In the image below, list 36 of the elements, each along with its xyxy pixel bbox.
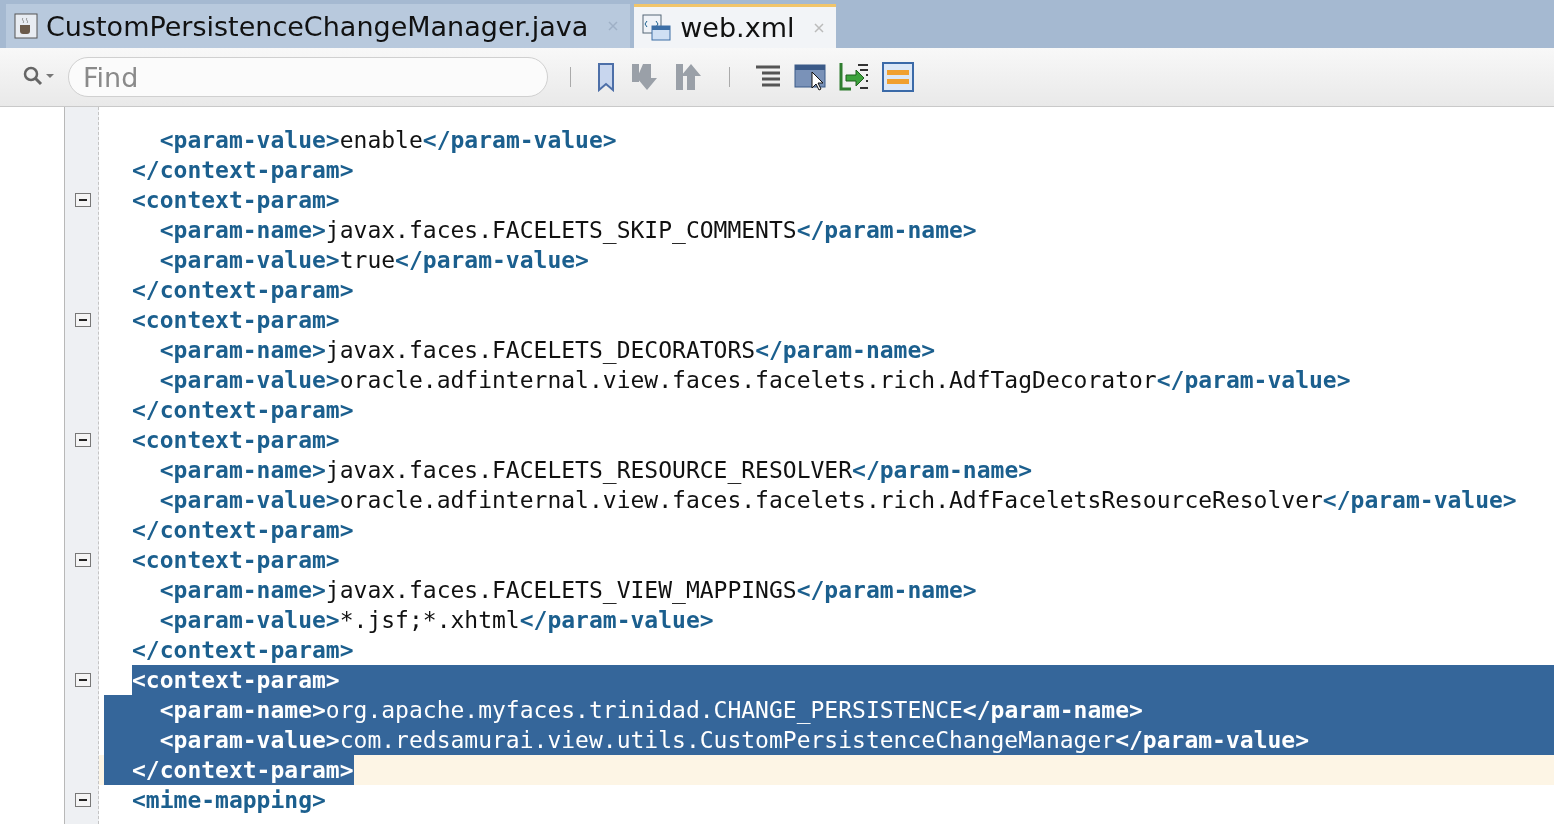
cursor-window-icon[interactable] bbox=[794, 62, 828, 92]
code-line: <context-param> bbox=[132, 427, 340, 453]
collapse-icon[interactable] bbox=[75, 193, 91, 207]
code-line: </context-param> bbox=[132, 757, 354, 783]
code-line: <context-param> bbox=[132, 307, 340, 333]
editor-tab[interactable]: CustomPersistenceChangeManager.java bbox=[6, 4, 631, 48]
code-line: <context-param> bbox=[132, 667, 340, 693]
collapse-icon[interactable] bbox=[75, 793, 91, 807]
code-line: <param-value>com.redsamurai.view.utils.CustomPersistenceChangeManager</param-value> bbox=[159, 727, 1310, 753]
code-line: </context-param> bbox=[132, 517, 354, 543]
code-line: <context-param> bbox=[132, 547, 340, 573]
code-line: <param-name>org.apache.myfaces.trinidad.CHANGE_PERSISTENCE</param-name> bbox=[159, 697, 1143, 723]
form-icon[interactable] bbox=[882, 62, 914, 92]
code-line: </context-param> bbox=[132, 157, 354, 183]
code-line: <mime-mapping> bbox=[132, 787, 326, 813]
editor-tab[interactable]: web.xml bbox=[634, 4, 837, 48]
code-line: <param-name>javax.faces.FACELETS_SKIP_COMMENTS</param-name> bbox=[159, 217, 977, 243]
code-line: <param-name>javax.faces.FACELETS_VIEW_MAPPINGS</param-name> bbox=[159, 577, 977, 603]
code-line: </context-param> bbox=[132, 397, 354, 423]
code-line: </context-param> bbox=[132, 277, 354, 303]
collapse-icon[interactable] bbox=[75, 673, 91, 687]
code-line: <param-value>oracle.adfinternal.view.faces.facelets.rich.AdfTagDecorator</param-value> bbox=[159, 367, 1351, 393]
collapse-icon[interactable] bbox=[75, 313, 91, 327]
code-line: <param-value>true</param-value> bbox=[159, 247, 589, 273]
coffee-cup-icon bbox=[14, 13, 38, 39]
code-line: <context-param> bbox=[132, 187, 340, 213]
xml-file-icon bbox=[642, 13, 673, 42]
code-line: <param-value>*.jsf;*.xhtml</param-value> bbox=[159, 607, 714, 633]
find-field[interactable]: Find bbox=[68, 57, 548, 97]
code-line: </context-param> bbox=[132, 637, 354, 663]
code-line: <param-name>javax.faces.FACELETS_RESOURCE_RESOLVER</param-name> bbox=[159, 457, 1033, 483]
collapse-icon[interactable] bbox=[75, 433, 91, 447]
code-line: <param-name>javax.faces.FACELETS_DECORATORS</param-name> bbox=[159, 337, 936, 363]
collapse-icon[interactable] bbox=[75, 553, 91, 567]
code-line: <param-value>enable</param-value> bbox=[159, 127, 617, 153]
code-line: <param-value>oracle.adfinternal.view.faces.facelets.rich.AdfFaceletsResourceResolver</param-value> bbox=[159, 487, 1517, 513]
